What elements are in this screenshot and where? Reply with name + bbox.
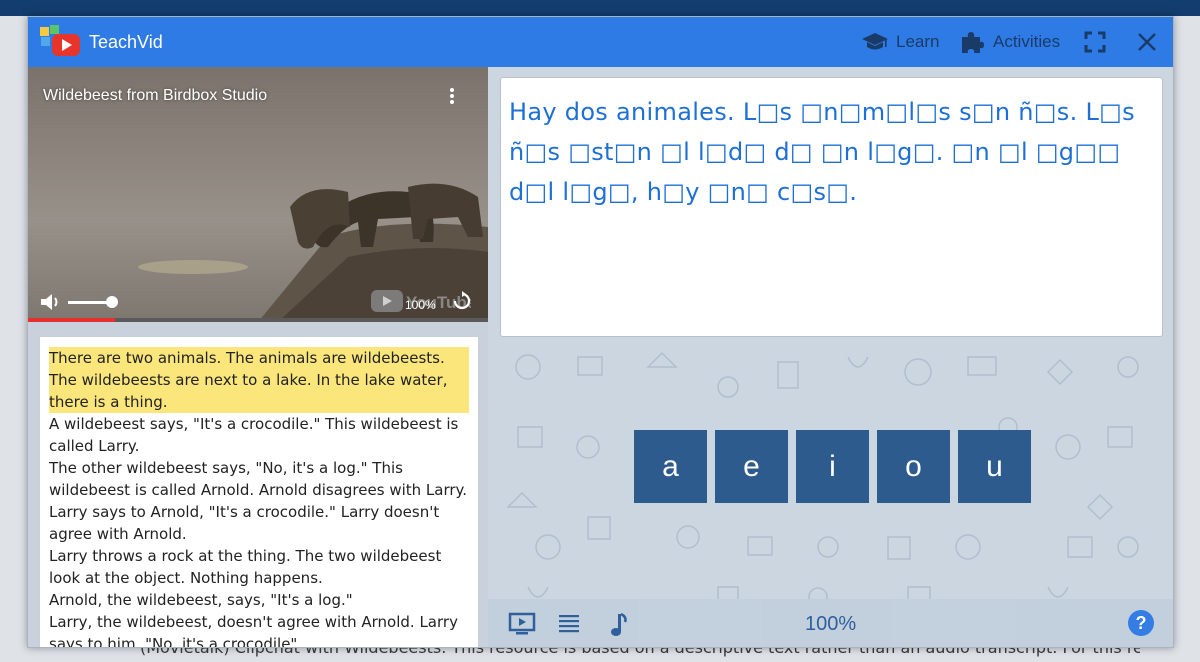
transcript-line[interactable]: The other wildebeest says, "No, it's a l… [49, 457, 469, 501]
background-header [0, 0, 1200, 16]
vowel-button-e[interactable]: e [715, 430, 788, 503]
fullscreen-button[interactable] [1084, 17, 1106, 67]
video-controls: YouTube 100% [28, 284, 488, 318]
transcript-line[interactable]: Larry, the wildebeest, doesn't agree wit… [49, 611, 469, 647]
zoom-level[interactable]: 100% [805, 613, 856, 636]
activities-button[interactable]: Activities [959, 17, 1060, 67]
video-icon[interactable] [508, 612, 536, 636]
bottom-toolbar: 100% ? [488, 599, 1173, 647]
graduation-cap-icon [862, 33, 888, 50]
vowel-buttons: a e i o u [634, 430, 1031, 503]
music-note-icon[interactable] [610, 612, 628, 638]
transcript-line[interactable]: Arnold, the wildebeest, says, "It's a lo… [49, 589, 469, 611]
vowel-button-a[interactable]: a [634, 430, 707, 503]
list-icon[interactable] [558, 612, 580, 634]
volume-icon[interactable] [40, 292, 62, 312]
fullscreen-icon [1084, 31, 1106, 53]
vowel-button-u[interactable]: u [958, 430, 1031, 503]
transcript-highlighted-line[interactable]: There are two animals. The animals are w… [49, 347, 469, 413]
app-title: TeachVid [89, 32, 163, 52]
activities-label: Activities [993, 32, 1061, 51]
volume-slider-handle[interactable] [106, 296, 118, 308]
playback-speed: 100% [405, 298, 436, 312]
gapped-text-display[interactable]: Hay dos animales. L□s □n□m□l□s s□n ñ□s. … [500, 77, 1163, 337]
teachvid-logo-icon [40, 25, 80, 56]
titlebar: TeachVid Learn Activities [28, 17, 1173, 67]
help-icon[interactable]: ? [1128, 610, 1154, 636]
learn-label: Learn [896, 32, 940, 51]
transcript-text[interactable]: There are two animals. The animals are w… [39, 336, 479, 647]
puzzle-icon [962, 32, 984, 53]
replay-icon[interactable] [452, 291, 472, 311]
transcript-line[interactable]: Larry says to Arnold, "It's a crocodile.… [49, 501, 469, 545]
transcript-line[interactable]: A wildebeest says, "It's a crocodile." T… [49, 413, 469, 457]
close-button[interactable] [1136, 17, 1158, 67]
transcript-line[interactable]: Larry throws a rock at the thing. The tw… [49, 545, 469, 589]
teachvid-modal: TeachVid Learn Activities Wildebeest fro… [27, 16, 1174, 648]
transcript-panel: There are two animals. The animals are w… [28, 322, 488, 647]
vowel-button-i[interactable]: i [796, 430, 869, 503]
more-options-icon[interactable] [448, 87, 456, 105]
activity-panel: Hay dos animales. L□s □n□m□l□s s□n ñ□s. … [488, 67, 1173, 647]
learn-button[interactable]: Learn [862, 17, 939, 67]
close-icon [1138, 33, 1156, 51]
vowel-button-o[interactable]: o [877, 430, 950, 503]
video-player[interactable]: Wildebeest from Birdbox Studio YouTube 1… [28, 67, 488, 322]
video-title: Wildebeest from Birdbox Studio [43, 87, 268, 104]
